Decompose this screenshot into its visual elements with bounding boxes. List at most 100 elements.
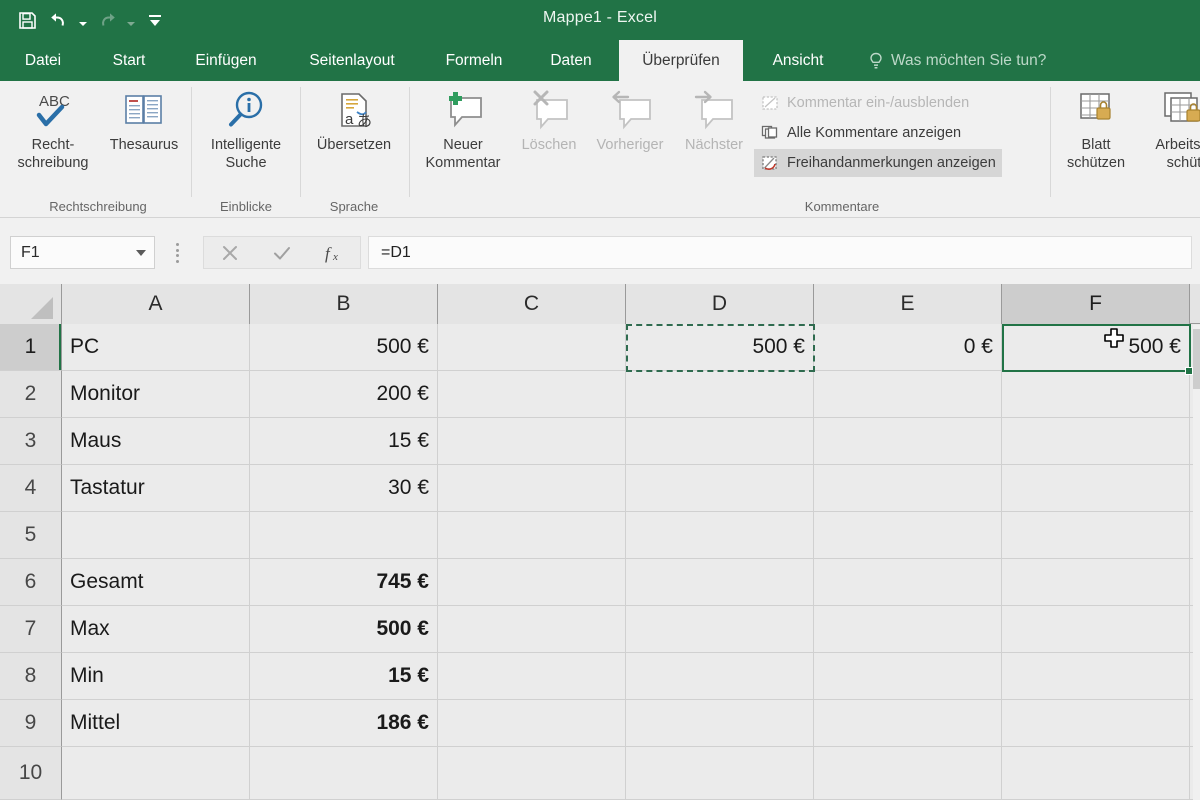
cell-b6[interactable]: 745 €	[250, 559, 438, 606]
cell-f8[interactable]	[1002, 653, 1190, 700]
cancel-icon[interactable]	[204, 237, 256, 268]
row-header-3[interactable]: 3	[0, 418, 62, 465]
cell-c1[interactable]	[438, 324, 626, 371]
cell-e8[interactable]	[814, 653, 1002, 700]
cell-d6[interactable]	[626, 559, 814, 606]
cell-f9[interactable]	[1002, 700, 1190, 747]
cell-b1[interactable]: 500 €	[250, 324, 438, 371]
cell-c9[interactable]	[438, 700, 626, 747]
cell-e4[interactable]	[814, 465, 1002, 512]
cell-c5[interactable]	[438, 512, 626, 559]
protect-sheet-button[interactable]: Blatt schützen	[1056, 85, 1136, 172]
column-header-b[interactable]: B	[250, 284, 438, 324]
cell-d7[interactable]	[626, 606, 814, 653]
column-header-e[interactable]: E	[814, 284, 1002, 324]
confirm-icon[interactable]	[256, 237, 308, 268]
new-comment-button[interactable]: Neuer Kommentar	[414, 85, 512, 172]
toggle-comment-button[interactable]: Kommentar ein-/ausblenden	[754, 89, 975, 117]
cell-f7[interactable]	[1002, 606, 1190, 653]
cell-b8[interactable]: 15 €	[250, 653, 438, 700]
cell-b7[interactable]: 500 €	[250, 606, 438, 653]
cell-e1[interactable]: 0 €	[814, 324, 1002, 371]
cell-d9[interactable]	[626, 700, 814, 747]
tab-datei[interactable]: Datei	[10, 40, 76, 81]
cell-b9[interactable]: 186 €	[250, 700, 438, 747]
cell-a5[interactable]	[62, 512, 250, 559]
name-box[interactable]: F1	[10, 236, 155, 269]
tab-daten[interactable]: Daten	[534, 40, 608, 81]
spelling-button[interactable]: ABC Recht- schreibung	[8, 85, 98, 172]
cell-b3[interactable]: 15 €	[250, 418, 438, 465]
cell-e5[interactable]	[814, 512, 1002, 559]
row-header-4[interactable]: 4	[0, 465, 62, 512]
tell-me-box[interactable]: Was möchten Sie tun?	[868, 40, 1046, 81]
cell-f10[interactable]	[1002, 747, 1190, 800]
cell-d8[interactable]	[626, 653, 814, 700]
row-header-2[interactable]: 2	[0, 371, 62, 418]
cell-d3[interactable]	[626, 418, 814, 465]
row-header-1[interactable]: 1	[0, 324, 62, 371]
column-header-d[interactable]: D	[626, 284, 814, 324]
cell-e2[interactable]	[814, 371, 1002, 418]
thesaurus-button[interactable]: Thesaurus	[100, 85, 188, 155]
tab-seitenlayout[interactable]: Seitenlayout	[288, 40, 416, 81]
cell-d10[interactable]	[626, 747, 814, 800]
row-header-6[interactable]: 6	[0, 559, 62, 606]
tab-formeln[interactable]: Formeln	[428, 40, 520, 81]
cell-f3[interactable]	[1002, 418, 1190, 465]
cell-e6[interactable]	[814, 559, 1002, 606]
cell-d4[interactable]	[626, 465, 814, 512]
cell-f6[interactable]	[1002, 559, 1190, 606]
column-header-c[interactable]: C	[438, 284, 626, 324]
cell-a9[interactable]: Mittel	[62, 700, 250, 747]
cell-a6[interactable]: Gesamt	[62, 559, 250, 606]
cell-c2[interactable]	[438, 371, 626, 418]
cell-c8[interactable]	[438, 653, 626, 700]
cell-f2[interactable]	[1002, 371, 1190, 418]
row-header-7[interactable]: 7	[0, 606, 62, 653]
cell-a8[interactable]: Min	[62, 653, 250, 700]
cell-f5[interactable]	[1002, 512, 1190, 559]
next-comment-button[interactable]: Nächster	[672, 85, 756, 155]
column-header-f[interactable]: F	[1002, 284, 1190, 324]
insert-function-icon[interactable]: f x	[308, 237, 360, 268]
row-header-10[interactable]: 10	[0, 747, 62, 800]
show-all-comments-button[interactable]: Alle Kommentare anzeigen	[754, 119, 967, 147]
vertical-scrollbar-thumb[interactable]	[1193, 329, 1200, 389]
cell-c10[interactable]	[438, 747, 626, 800]
cell-c7[interactable]	[438, 606, 626, 653]
tab-ueberpruefen[interactable]: Überprüfen	[619, 40, 743, 81]
cell-e3[interactable]	[814, 418, 1002, 465]
tab-einfuegen[interactable]: Einfügen	[178, 40, 274, 81]
cell-d5[interactable]	[626, 512, 814, 559]
cell-e10[interactable]	[814, 747, 1002, 800]
cell-a3[interactable]: Maus	[62, 418, 250, 465]
smart-lookup-button[interactable]: Intelligente Suche	[196, 85, 296, 172]
cell-e7[interactable]	[814, 606, 1002, 653]
cell-c4[interactable]	[438, 465, 626, 512]
cell-a7[interactable]: Max	[62, 606, 250, 653]
chevron-down-icon[interactable]	[128, 250, 154, 256]
delete-comment-button[interactable]: Löschen	[512, 85, 586, 155]
select-all-corner[interactable]	[0, 284, 62, 324]
vertical-scrollbar[interactable]	[1193, 325, 1200, 800]
cell-a4[interactable]: Tastatur	[62, 465, 250, 512]
cell-f4[interactable]	[1002, 465, 1190, 512]
row-header-8[interactable]: 8	[0, 653, 62, 700]
tab-ansicht[interactable]: Ansicht	[755, 40, 841, 81]
cell-c6[interactable]	[438, 559, 626, 606]
cell-b2[interactable]: 200 €	[250, 371, 438, 418]
show-ink-annotations-button[interactable]: Freihandanmerkungen anzeigen	[754, 149, 1002, 177]
row-header-9[interactable]: 9	[0, 700, 62, 747]
cell-d1[interactable]: 500 €	[626, 324, 814, 371]
previous-comment-button[interactable]: Vorheriger	[586, 85, 674, 155]
cell-b5[interactable]	[250, 512, 438, 559]
row-header-5[interactable]: 5	[0, 512, 62, 559]
protect-workbook-button[interactable]: Arbeitsm schüt	[1142, 85, 1200, 172]
cell-a2[interactable]: Monitor	[62, 371, 250, 418]
cell-f1[interactable]: 500 €	[1002, 324, 1190, 371]
cell-b10[interactable]	[250, 747, 438, 800]
cell-d2[interactable]	[626, 371, 814, 418]
cell-e9[interactable]	[814, 700, 1002, 747]
translate-button[interactable]: a あ Übersetzen	[304, 85, 404, 155]
